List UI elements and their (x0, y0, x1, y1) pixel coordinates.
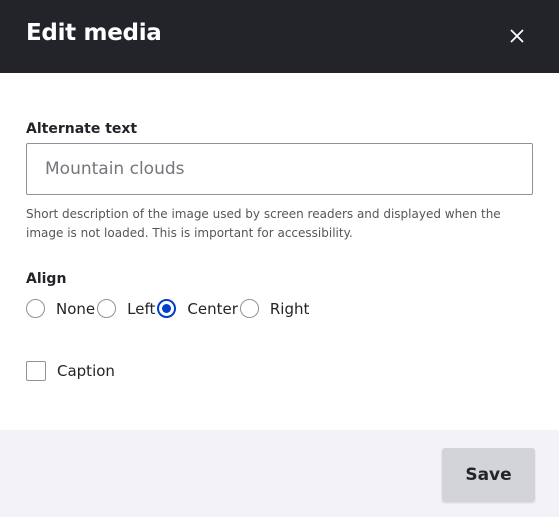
radio-label: None (56, 299, 96, 318)
caption-checkbox[interactable] (26, 361, 46, 381)
alt-text-description: Short description of the image used by s… (26, 207, 501, 240)
align-radio-group: None Left Center Right (26, 299, 311, 318)
save-button[interactable]: Save (442, 448, 535, 502)
close-icon (510, 29, 524, 43)
alt-text-label: Alternate text (26, 121, 138, 137)
caption-toggle[interactable]: Caption (26, 361, 115, 381)
dialog-header: Edit media (0, 0, 559, 73)
alt-text-input[interactable] (26, 143, 533, 195)
close-button[interactable] (505, 24, 529, 48)
align-option-right[interactable]: Right (239, 299, 310, 318)
align-option-center[interactable]: Center (157, 299, 238, 318)
radio-label: Right (269, 299, 310, 318)
radio-button[interactable] (97, 299, 117, 318)
align-label: Align (26, 271, 67, 287)
radio-button-checked[interactable] (157, 299, 177, 318)
radio-label: Center (187, 299, 238, 318)
caption-label: Caption (57, 362, 115, 380)
radio-button[interactable] (26, 299, 45, 318)
radio-label: Left (127, 299, 156, 318)
dialog-title: Edit media (26, 20, 162, 46)
radio-button[interactable] (239, 299, 259, 318)
align-option-none[interactable]: None (26, 299, 95, 318)
align-option-left[interactable]: Left (97, 299, 155, 318)
